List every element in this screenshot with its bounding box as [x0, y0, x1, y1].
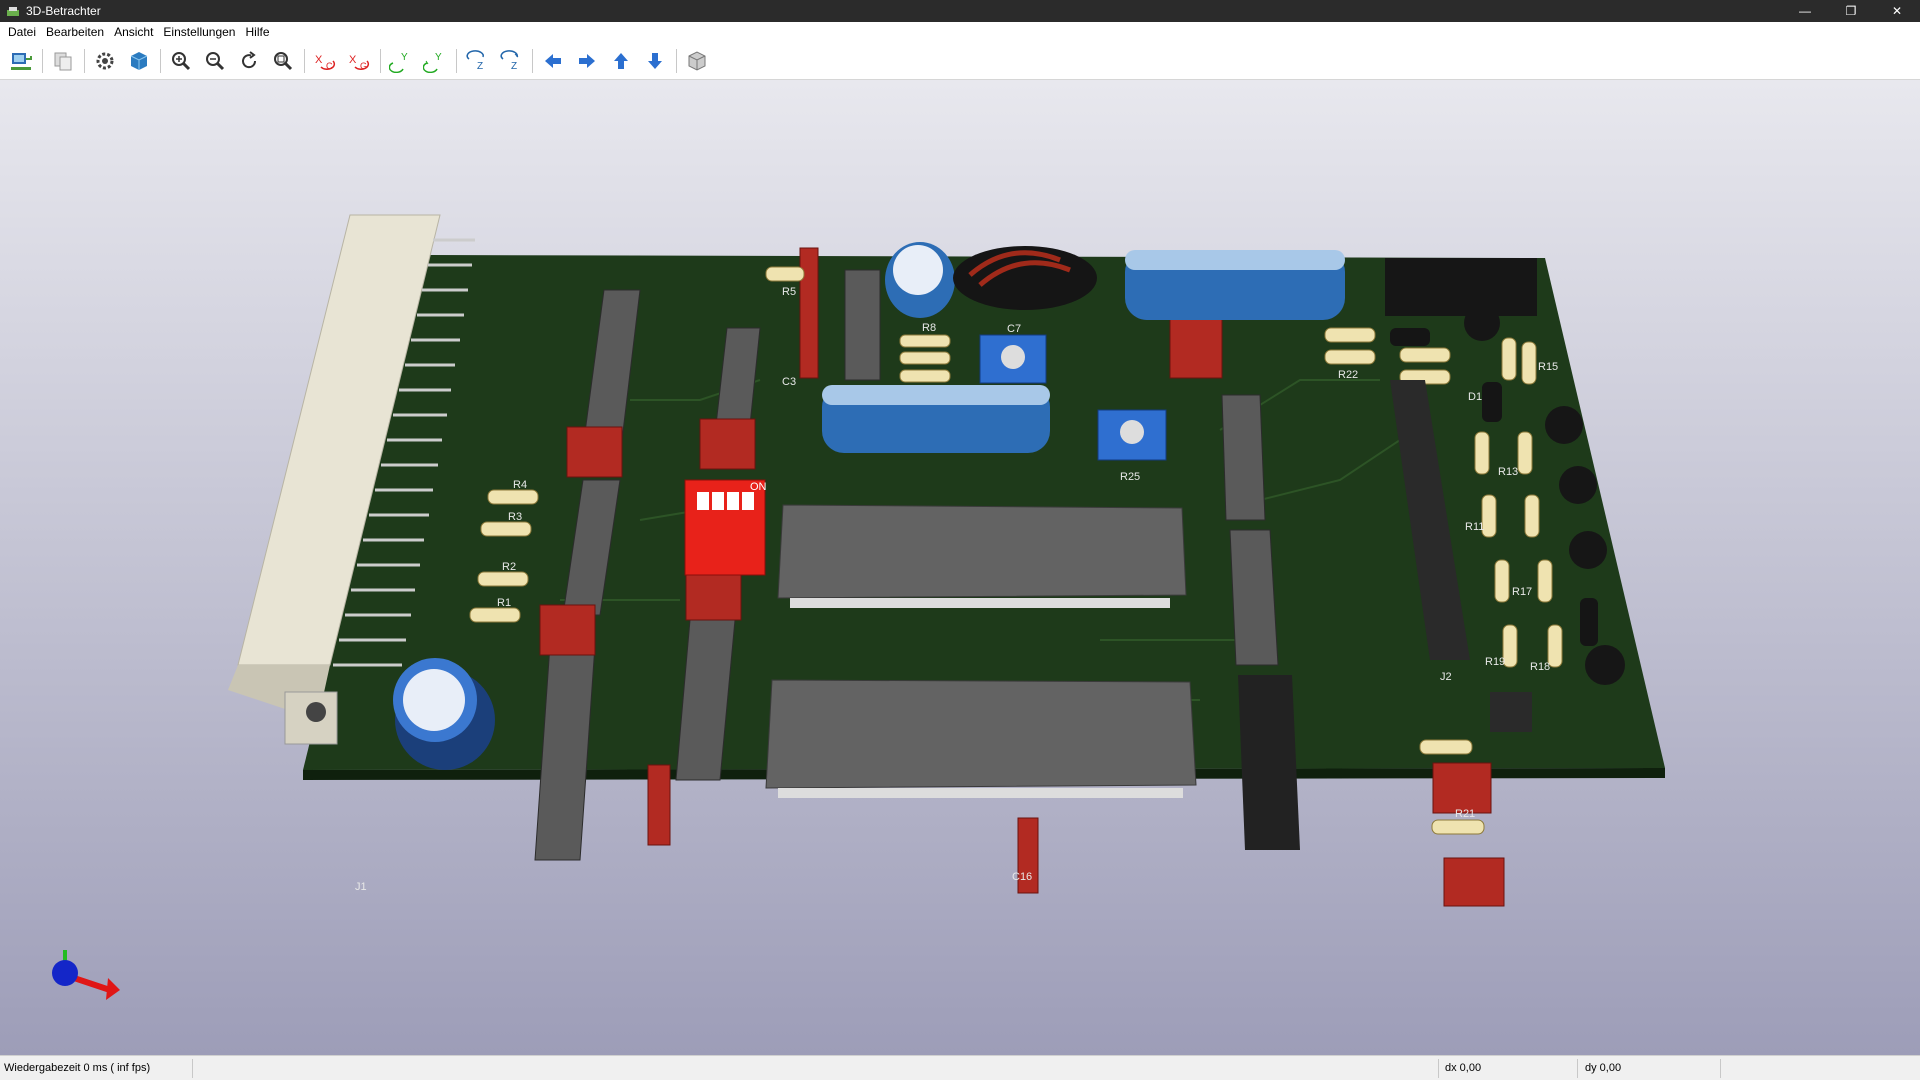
- title-bar: 3D-Betrachter — ❐ ✕: [0, 0, 1920, 22]
- svg-text:Y: Y: [435, 52, 442, 63]
- svg-text:C: C: [326, 61, 333, 71]
- label-r25: R25: [1120, 471, 1140, 483]
- app-icon: [6, 4, 20, 18]
- menu-bar: Datei Bearbeiten Ansicht Einstellungen H…: [0, 22, 1920, 42]
- redraw-icon[interactable]: [234, 46, 264, 76]
- svg-text:Z: Z: [511, 61, 517, 72]
- raytracing-cube-icon[interactable]: [124, 46, 154, 76]
- toolbar-separator: [380, 48, 381, 73]
- copy-clipboard-icon[interactable]: [48, 46, 78, 76]
- window-title: 3D-Betrachter: [26, 4, 101, 18]
- label-r1: R1: [497, 597, 511, 609]
- toolbar: XC XG Y Y Z Z: [0, 42, 1920, 80]
- capacitor-axial-1-band: [822, 385, 1050, 405]
- diode-d2: [1390, 328, 1430, 346]
- restore-button[interactable]: ❐: [1828, 0, 1874, 22]
- relay-k1: [1385, 258, 1537, 316]
- close-button[interactable]: ✕: [1874, 0, 1920, 22]
- rotate-y-cw-icon[interactable]: Y: [386, 46, 416, 76]
- header-j2b: [1490, 692, 1532, 732]
- status-divider: [1720, 1059, 1721, 1078]
- label-r3: R3: [508, 511, 522, 523]
- label-c7: C7: [1007, 323, 1021, 335]
- export-image-icon[interactable]: [6, 46, 36, 76]
- zoom-in-icon[interactable]: [166, 46, 196, 76]
- toolbar-separator: [304, 48, 305, 73]
- menu-bearbeiten[interactable]: Bearbeiten: [41, 22, 109, 42]
- label-r5: R5: [782, 286, 796, 298]
- label-r11: R11: [1465, 521, 1484, 533]
- inductor: [953, 246, 1097, 310]
- svg-text:G: G: [360, 61, 367, 71]
- toolbar-separator: [532, 48, 533, 73]
- label-r4: R4: [513, 479, 527, 491]
- 3d-viewport[interactable]: R4 R3 R2 R1 J1 R5 C3 R8 C7 R22 R25 C16 J…: [0, 80, 1920, 1055]
- svg-text:Z: Z: [477, 61, 483, 72]
- menu-hilfe[interactable]: Hilfe: [240, 22, 274, 42]
- capacitor-radial-top-cap: [893, 245, 943, 295]
- toolbar-separator: [160, 48, 161, 73]
- toolbar-separator: [676, 48, 677, 73]
- label-r22: R22: [1338, 369, 1358, 381]
- toolbar-separator: [42, 48, 43, 73]
- diode-d3: [1580, 598, 1598, 646]
- diode-d1: [1482, 382, 1502, 422]
- ic-large-1: [777, 504, 1187, 599]
- move-down-icon[interactable]: [640, 46, 670, 76]
- settings-gear-icon[interactable]: [90, 46, 120, 76]
- rotate-y-ccw-icon[interactable]: Y: [420, 46, 450, 76]
- label-r15: R15: [1538, 361, 1558, 373]
- svg-text:X: X: [315, 54, 323, 66]
- ic-large-2: [765, 679, 1197, 789]
- move-up-icon[interactable]: [606, 46, 636, 76]
- dy-status: dy 0,00: [1585, 1062, 1622, 1074]
- label-r8: R8: [922, 322, 936, 334]
- rotate-z-cw-icon[interactable]: Z: [462, 46, 492, 76]
- rotate-z-ccw-icon[interactable]: Z: [496, 46, 526, 76]
- move-left-icon[interactable]: [538, 46, 568, 76]
- capacitor-c1-cap: [403, 669, 465, 731]
- rotate-x-ccw-icon[interactable]: XG: [344, 46, 374, 76]
- connector-j1-hole: [306, 702, 326, 722]
- label-r21: R21: [1455, 808, 1475, 820]
- label-d1: D1: [1468, 391, 1482, 403]
- status-divider: [1577, 1059, 1578, 1078]
- label-j1: J1: [355, 881, 367, 893]
- label-j2: J2: [1440, 671, 1452, 683]
- label-r18: R18: [1530, 661, 1550, 673]
- trimmer-r25-knob: [1120, 420, 1144, 444]
- rotate-x-cw-icon[interactable]: XC: [310, 46, 340, 76]
- ortho-view-cube-icon[interactable]: [682, 46, 712, 76]
- svg-text:Y: Y: [401, 52, 408, 63]
- label-c16: C16: [1012, 871, 1032, 883]
- zoom-fit-icon[interactable]: [268, 46, 298, 76]
- toolbar-separator: [456, 48, 457, 73]
- ic-black: [1238, 675, 1300, 850]
- status-divider: [192, 1059, 193, 1078]
- menu-ansicht[interactable]: Ansicht: [109, 22, 158, 42]
- label-c3: C3: [782, 376, 796, 388]
- label-r19: R19: [1485, 656, 1505, 668]
- trimmer-top-knob: [1001, 345, 1025, 369]
- window-controls: — ❐ ✕: [1782, 0, 1920, 22]
- status-bar: Wiedergabezeit 0 ms ( inf fps) dx 0,00 d…: [0, 1055, 1920, 1080]
- axis-triad: [52, 950, 120, 1000]
- dx-status: dx 0,00: [1445, 1062, 1482, 1074]
- label-r17: R17: [1512, 586, 1532, 598]
- status-divider: [1438, 1059, 1439, 1078]
- render-time-status: Wiedergabezeit 0 ms ( inf fps): [4, 1062, 151, 1074]
- menu-einstellungen[interactable]: Einstellungen: [158, 22, 240, 42]
- zoom-out-icon[interactable]: [200, 46, 230, 76]
- label-on: ON: [750, 481, 767, 493]
- menu-datei[interactable]: Datei: [3, 22, 41, 42]
- move-right-icon[interactable]: [572, 46, 602, 76]
- svg-text:X: X: [349, 54, 357, 66]
- minimize-button[interactable]: —: [1782, 0, 1828, 22]
- label-r2: R2: [502, 561, 516, 573]
- label-r13: R13: [1498, 466, 1518, 478]
- pcb-3d-render: R4 R3 R2 R1 J1 R5 C3 R8 C7 R22 R25 C16 J…: [52, 214, 1665, 1000]
- capacitor-axial-2-band: [1125, 250, 1345, 270]
- toolbar-separator: [84, 48, 85, 73]
